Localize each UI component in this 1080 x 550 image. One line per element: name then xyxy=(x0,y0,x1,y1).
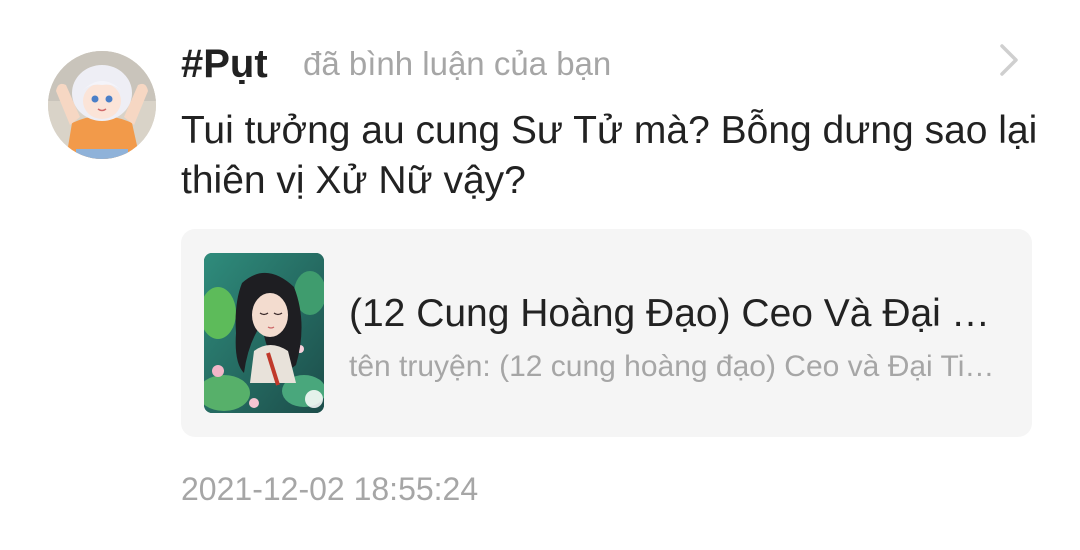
timestamp: 2021-12-02 18:55:24 xyxy=(181,471,479,507)
story-card[interactable]: (12 Cung Hoàng Đạo) Ceo Và Đại Tiểu Thư … xyxy=(181,229,1032,437)
story-cover-image xyxy=(204,253,324,413)
story-title[interactable]: (12 Cung Hoàng Đạo) Ceo Và Đại Tiểu Thư xyxy=(349,291,1009,337)
avatar-image xyxy=(48,51,156,159)
action-text: đã bình luận của bạn xyxy=(303,45,612,82)
story-description: tên truyện: (12 cung hoàng đạo) Ceo và Đ… xyxy=(349,350,1009,383)
username[interactable]: #Pụt xyxy=(181,40,268,88)
avatar[interactable] xyxy=(48,51,156,159)
comment-text: Tui tưởng au cung Sư Tử mà? Bỗng dưng sa… xyxy=(181,109,1038,202)
story-cover[interactable] xyxy=(204,253,324,413)
chevron-right-icon[interactable] xyxy=(994,42,1024,78)
comment-notification[interactable]: #Pụt đã bình luận của bạn Tui tưởng au c… xyxy=(0,0,1080,550)
